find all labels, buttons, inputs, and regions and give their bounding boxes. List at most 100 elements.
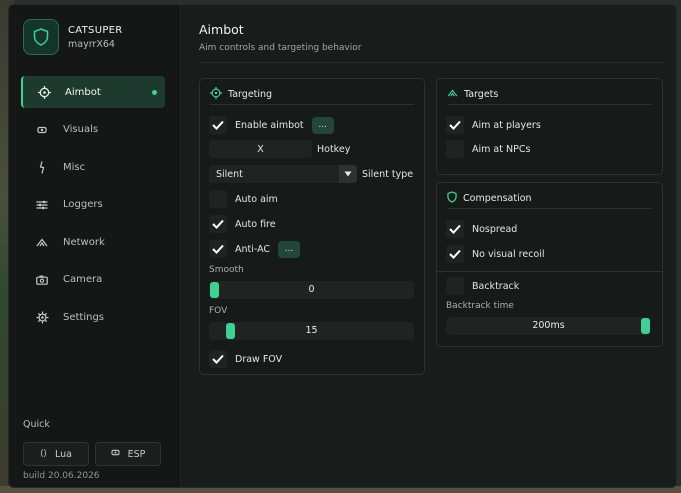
page-subtitle: Aim controls and targeting behavior (199, 43, 362, 53)
nospread-checkbox[interactable] (446, 220, 464, 238)
enable-aimbot-label: Enable aimbot (235, 119, 304, 131)
no-visual-recoil-checkbox[interactable] (446, 245, 464, 263)
sidebar-item-misc[interactable]: Misc (21, 151, 165, 183)
backtrack-checkbox[interactable] (446, 277, 464, 295)
targets-panel-header: Targets (447, 85, 652, 105)
camera-icon (35, 273, 49, 287)
backtrack-time-slider[interactable]: 200ms (446, 317, 651, 335)
anti-ac-row: Anti-AC ... (209, 240, 301, 258)
auto-aim-row: Auto aim (209, 190, 278, 208)
quick-label: Quick (23, 419, 50, 430)
draw-fov-checkbox[interactable] (209, 350, 227, 368)
sliders-icon (35, 198, 49, 212)
aim-at-npcs-row: Aim at NPCs (446, 140, 530, 158)
draw-fov-row: Draw FOV (209, 350, 282, 368)
enable-aimbot-row: Enable aimbot ... (209, 116, 334, 134)
aim-at-npcs-label: Aim at NPCs (472, 143, 531, 155)
active-indicator-dot (152, 90, 157, 95)
sidebar-item-visuals[interactable]: Visuals (21, 114, 165, 146)
brand-username: mayrrX64 (68, 38, 115, 50)
shield-icon (447, 191, 457, 206)
fov-slider[interactable]: 15 (209, 322, 414, 340)
sidebar-item-label: Settings (63, 311, 105, 323)
backtrack-label: Backtrack (472, 280, 520, 292)
fov-value: 15 (305, 325, 318, 336)
build-version: build 20.06.2026 (23, 471, 100, 481)
aim-at-players-checkbox[interactable] (446, 116, 464, 134)
sidebar-item-label: Misc (63, 161, 86, 173)
enable-aimbot-options-button[interactable]: ... (311, 116, 334, 134)
smooth-label: Smooth (209, 265, 244, 275)
quick-button-label: Lua (55, 448, 72, 460)
compensation-panel: Compensation Nospread No visual recoil B… (436, 182, 663, 347)
targeting-panel-header: Targeting (210, 85, 414, 105)
brand: CATSUPER mayrrX64 (23, 19, 123, 55)
sidebar-item-camera[interactable]: Camera (21, 264, 165, 296)
quick-button-label: ESP (127, 448, 146, 460)
anti-ac-checkbox[interactable] (209, 240, 227, 258)
sidebar-item-label: Camera (63, 274, 103, 285)
brand-name: CATSUPER (68, 24, 123, 36)
aim-at-npcs-checkbox[interactable] (446, 140, 464, 158)
shield-logo-icon (23, 19, 59, 55)
panel-title: Targets (464, 89, 499, 100)
panel-title: Targeting (228, 89, 273, 100)
compensation-panel-header: Compensation (447, 189, 652, 209)
enable-aimbot-checkbox[interactable] (209, 116, 227, 134)
targeting-panel: Targeting Enable aimbot ... X Hotkey Sil… (199, 78, 425, 375)
page-title: Aimbot (199, 22, 244, 37)
sidebar-item-label: Aimbot (65, 86, 101, 98)
sidebar-item-settings[interactable]: Settings (21, 301, 165, 333)
sidebar-item-label: Loggers (63, 199, 103, 210)
chevron-down-icon (339, 165, 357, 183)
nospread-label: Nospread (472, 223, 518, 235)
nospread-row: Nospread (446, 220, 517, 238)
signal-icon (35, 235, 49, 249)
quick-lua-button[interactable]: ⟨⟩ Lua (23, 442, 89, 466)
sidebar-nav: Aimbot Visuals Misc Loggers Network Came… (21, 76, 165, 339)
anti-ac-label: Anti-AC (235, 243, 271, 255)
app-window: CATSUPER mayrrX64 Aimbot Visuals Misc Lo… (8, 4, 677, 488)
targets-panel: Targets Aim at players Aim at NPCs (436, 78, 663, 175)
auto-fire-label: Auto fire (235, 218, 276, 230)
hotkey-input[interactable]: X (209, 140, 312, 158)
sidebar-item-label: Visuals (63, 124, 99, 135)
crosshair-icon (37, 85, 51, 99)
signal-icon (447, 89, 458, 100)
main-content: Aimbot Aim controls and targeting behavi… (182, 5, 676, 487)
hotkey-label: Hotkey (317, 144, 351, 155)
sidebar-item-aimbot[interactable]: Aimbot (21, 76, 165, 108)
backtrack-row: Backtrack (446, 277, 519, 295)
eye-icon (111, 449, 120, 459)
aim-at-players-label: Aim at players (472, 119, 541, 131)
gear-icon (35, 310, 49, 324)
draw-fov-label: Draw FOV (235, 353, 283, 365)
fov-label: FOV (209, 306, 228, 316)
no-visual-recoil-label: No visual recoil (472, 248, 545, 260)
silent-type-select[interactable]: Silent (209, 165, 357, 183)
braces-icon: ⟨⟩ (40, 449, 48, 459)
backtrack-time-value: 200ms (532, 320, 565, 331)
aim-at-players-row: Aim at players (446, 116, 541, 134)
sidebar: CATSUPER mayrrX64 Aimbot Visuals Misc Lo… (9, 5, 181, 487)
auto-fire-checkbox[interactable] (209, 215, 227, 233)
section-divider (437, 271, 662, 272)
sidebar-item-loggers[interactable]: Loggers (21, 189, 165, 221)
smooth-slider[interactable]: 0 (209, 281, 414, 299)
auto-aim-label: Auto aim (235, 193, 278, 205)
lightning-icon (35, 160, 49, 174)
title-divider (199, 62, 665, 63)
silent-type-label: Silent type (362, 169, 414, 180)
no-visual-recoil-row: No visual recoil (446, 245, 545, 263)
sidebar-item-network[interactable]: Network (21, 226, 165, 258)
crosshair-icon (210, 87, 222, 102)
sidebar-item-label: Network (63, 236, 105, 248)
auto-fire-row: Auto fire (209, 215, 276, 233)
quick-esp-button[interactable]: ESP (95, 442, 161, 466)
eye-icon (35, 123, 49, 137)
anti-ac-options-button[interactable]: ... (278, 240, 301, 258)
auto-aim-checkbox[interactable] (209, 190, 227, 208)
panel-title: Compensation (463, 193, 532, 204)
smooth-value: 0 (308, 284, 315, 295)
silent-type-value: Silent (216, 168, 243, 180)
